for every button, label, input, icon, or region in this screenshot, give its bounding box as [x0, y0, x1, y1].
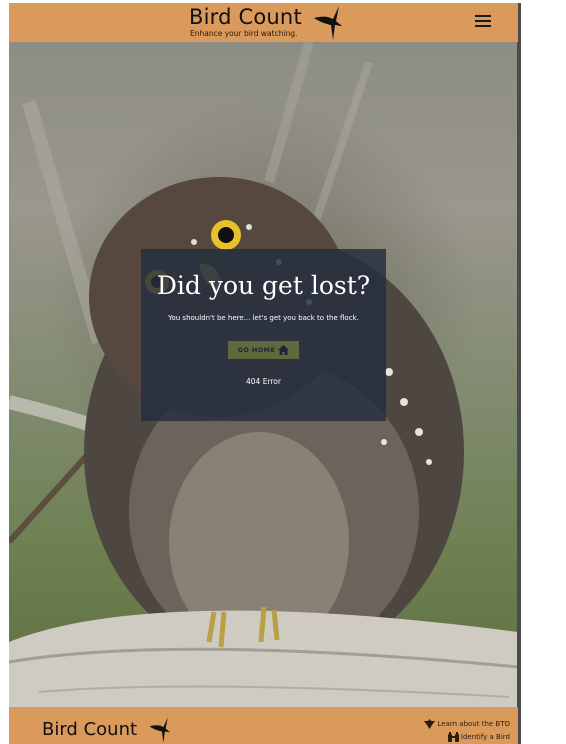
- brand-title: Bird Count: [189, 5, 302, 29]
- page-frame: Bird Count Enhance your bird watching. D…: [9, 3, 521, 744]
- window-edge: [517, 3, 521, 744]
- footer-link-bto-label: Learn about the BTO: [437, 719, 510, 728]
- footer-brand-title[interactable]: Bird Count: [42, 719, 137, 740]
- go-home-button[interactable]: GO HOME: [228, 341, 299, 359]
- site-footer: Bird Count Learn about the BTO Identify: [9, 707, 518, 744]
- binoculars-icon: [447, 731, 459, 742]
- lost-message-card: Did you get lost? You shouldn't be here.…: [141, 249, 386, 421]
- footer-link-identify[interactable]: Identify a Bird: [424, 730, 510, 743]
- swift-logo-icon: [149, 717, 170, 743]
- footer-link-bto[interactable]: Learn about the BTO: [424, 717, 510, 730]
- footer-links: Learn about the BTO Identify a Bird: [424, 717, 510, 743]
- brand-tagline: Enhance your bird watching.: [190, 29, 298, 38]
- page-title: Did you get lost?: [156, 271, 371, 300]
- go-home-label: GO HOME: [237, 346, 276, 354]
- hamburger-menu-icon[interactable]: [475, 13, 491, 29]
- swift-logo-icon: [314, 6, 342, 40]
- bird-icon: [424, 718, 436, 729]
- home-icon: [278, 345, 290, 355]
- card-subtitle: You shouldn't be here... let's get you b…: [168, 314, 359, 322]
- error-code: 404 Error: [246, 377, 281, 386]
- site-header: Bird Count Enhance your bird watching.: [9, 3, 518, 42]
- brand-logo[interactable]: Bird Count Enhance your bird watching.: [189, 5, 302, 38]
- footer-link-identify-label: Identify a Bird: [460, 732, 510, 741]
